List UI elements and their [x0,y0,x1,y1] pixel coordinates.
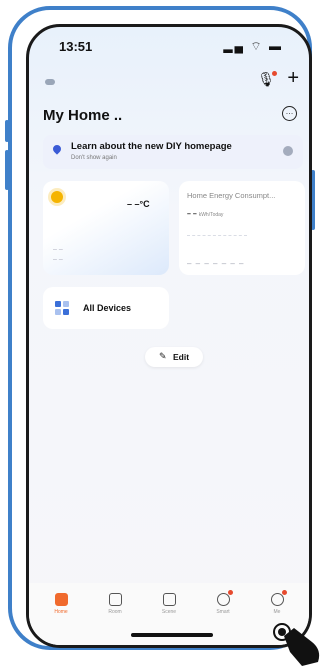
phone-screen: 13:51 ▂▄ ⌔ ▬ 🎙 + My Home .. … Learn abou… [26,24,312,648]
tab-smart-label: Smart [216,609,230,615]
notification-dot [272,71,277,76]
weather-card[interactable]: – –°C – – – – [43,181,169,275]
top-toolbar: 🎙 + [29,67,309,93]
room-icon [108,593,122,606]
energy-card[interactable]: Home Energy Consumpt... – – kWh/Today – … [179,181,305,275]
devices-grid-icon [55,301,69,315]
phone-frame: 13:51 ▂▄ ⌔ ▬ 🎙 + My Home .. … Learn abou… [8,6,312,650]
bottom-tab-bar: Home Room Scene Smart Me [29,583,309,645]
all-devices-label: All Devices [83,303,132,313]
more-options-icon[interactable]: … [282,106,297,121]
scene-icon [162,593,176,606]
sun-icon [51,191,63,203]
tap-hand-icon [273,623,320,666]
all-devices-card[interactable]: All Devices [43,287,169,329]
dont-show-again-link[interactable]: Don't show again [71,155,117,161]
tab-home[interactable]: Home [41,593,81,615]
tab-room[interactable]: Room [95,593,135,615]
banner-close-icon[interactable] [283,146,293,156]
home-icon [54,593,68,606]
energy-divider [187,235,247,236]
weather-placeholder: – – – – [53,246,63,263]
home-indicator[interactable] [131,633,213,637]
tab-smart[interactable]: Smart [203,590,243,615]
diy-homepage-banner[interactable]: Learn about the new DIY homepage Don't s… [43,135,303,169]
status-bar: 13:51 ▂▄ ⌔ ▬ [29,27,309,63]
profile-icon [270,590,287,606]
page-title[interactable]: My Home .. [43,107,122,124]
energy-title: Home Energy Consumpt... [187,191,276,200]
energy-placeholder: – – – – – – – [187,259,245,268]
edit-button[interactable]: ✎ Edit [145,347,203,367]
pencil-icon: ✎ [159,351,167,361]
notification-dot [281,590,287,595]
energy-number: – – [187,211,197,218]
tab-home-label: Home [54,609,68,615]
banner-title: Learn about the new DIY homepage [71,141,232,152]
status-time: 13:51 [59,39,93,54]
smart-icon [216,590,233,606]
status-icons: ▂▄ ⌔ ▬ [223,39,283,53]
edit-label: Edit [173,352,190,362]
home-switch-icon[interactable] [45,79,55,85]
location-pin-icon [51,143,63,155]
notification-dot [227,590,233,595]
tab-scene[interactable]: Scene [149,593,189,615]
tab-room-label: Room [108,609,122,615]
add-icon[interactable]: + [287,67,299,90]
energy-unit: kWh/Today [198,212,224,218]
energy-value: – – kWh/Today [187,211,223,218]
temperature-value: – –°C [127,199,150,209]
tab-scene-label: Scene [161,609,177,615]
